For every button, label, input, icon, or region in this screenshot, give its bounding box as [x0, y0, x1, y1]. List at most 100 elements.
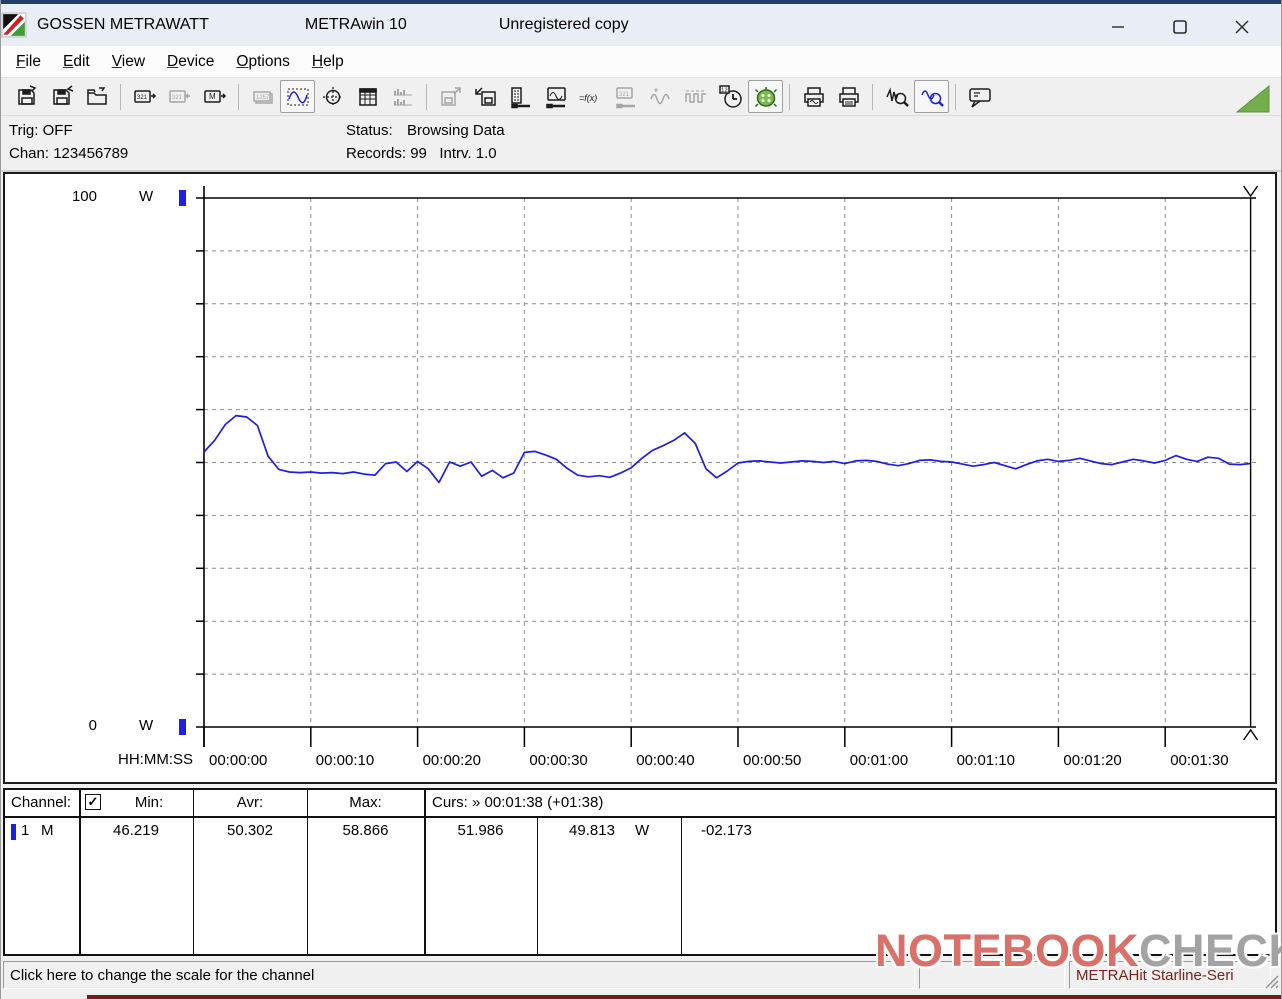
max-column-header: Max:	[307, 794, 424, 811]
read-device-button[interactable]: 321	[127, 80, 162, 113]
statusbar-device-cell: METRAHit Starline-Seri	[1069, 961, 1271, 989]
status-bar: Click here to change the scale for the c…	[1, 958, 1281, 995]
table-header-row: Channel: ✓ Min: Avr: Max: Curs: » 00:01:…	[5, 790, 1275, 818]
channel-config-icon	[509, 85, 533, 109]
formula-button[interactable]: =f(x)	[573, 80, 608, 113]
svg-text:00:00:50: 00:00:50	[743, 752, 801, 769]
record-timer-icon	[754, 85, 778, 109]
cursor-column-header: Curs: » 00:01:38 (+01:38)	[432, 794, 732, 811]
svg-text:1257: 1257	[256, 95, 270, 101]
cursor-unit: W	[635, 822, 665, 839]
acquisition-info-panel: Trig: OFF Chan: 123456789 Status: Browsi…	[1, 116, 1281, 172]
table-view-button[interactable]	[350, 80, 385, 113]
close-button[interactable]	[1211, 8, 1273, 46]
menu-device[interactable]: Device	[156, 49, 225, 75]
zoom-out-button[interactable]	[879, 80, 914, 113]
open-file-button[interactable]	[79, 80, 114, 113]
histogram-view-icon	[391, 85, 415, 109]
min-value: 46.219	[79, 822, 193, 839]
title-bar: GOSSEN METRAWATT METRAwin 10 Unregistere…	[1, 0, 1281, 46]
channel-mode: M	[41, 822, 61, 839]
save-file-button[interactable]	[9, 80, 44, 113]
time-sync-icon: 12	[719, 85, 743, 109]
channel-config-button[interactable]	[503, 80, 538, 113]
write-device-button: 321	[162, 80, 197, 113]
analog-signal-button	[643, 80, 678, 113]
numeric-view-icon: 1257	[251, 85, 275, 109]
channel-number: 1	[21, 822, 35, 839]
menu-file[interactable]: File	[5, 49, 52, 75]
zoom-in-button[interactable]	[914, 80, 949, 113]
menu-options[interactable]: Options	[225, 49, 300, 75]
resize-grip-icon[interactable]	[1265, 975, 1279, 989]
cursor-b-value: 49.813	[537, 822, 647, 839]
write-device-icon: 321	[168, 85, 192, 109]
avr-value: 50.302	[193, 822, 307, 839]
menu-bar: File Edit View Device Options Help	[1, 46, 1281, 78]
license-status: Unregistered copy	[499, 16, 629, 34]
minimize-button[interactable]	[1087, 8, 1149, 46]
channel-visibility-checkbox[interactable]: ✓	[85, 794, 101, 810]
records-info: Records: 99 Intrv. 1.0	[346, 145, 497, 162]
export-file-icon	[439, 85, 463, 109]
cursor-a-value: 51.986	[424, 822, 537, 839]
bottom-edge-bar	[87, 995, 1282, 999]
channel-column-header: Channel:	[11, 794, 77, 811]
trigger-status: Trig: OFF	[9, 122, 73, 139]
svg-text:12: 12	[721, 88, 728, 94]
device-name-text: METRAHit Starline-Seri	[1076, 967, 1234, 984]
chart-view-button[interactable]	[280, 80, 315, 113]
statusbar-empty-cell	[919, 961, 1065, 989]
analog-signal-icon	[649, 85, 673, 109]
channel-color-marker	[11, 824, 16, 840]
chart-panel: 100 W 0 W HH:MM:SS 00:00:0000:00:1000:00…	[3, 172, 1277, 784]
time-sync-button[interactable]: 12	[713, 80, 748, 113]
formula-icon: =f(x)	[578, 85, 604, 109]
statusbar-hint-cell[interactable]: Click here to change the scale for the c…	[3, 961, 915, 989]
print-preview-button[interactable]	[796, 80, 831, 113]
max-value: 58.866	[307, 822, 424, 839]
open-file-icon	[85, 85, 109, 109]
device-monitor-button[interactable]	[538, 80, 573, 113]
menu-edit[interactable]: Edit	[52, 49, 101, 75]
chart-plot-area[interactable]: 00:00:0000:00:1000:00:2000:00:3000:00:40…	[5, 174, 1275, 782]
device-settings-icon: 321	[614, 85, 638, 109]
export-file-button	[433, 80, 468, 113]
app-brand: GOSSEN METRAWATT	[37, 16, 209, 34]
save-as-button[interactable]	[44, 80, 79, 113]
svg-text:00:00:40: 00:00:40	[636, 752, 694, 769]
read-memory-button[interactable]: M	[197, 80, 232, 113]
read-device-icon: 321	[133, 85, 157, 109]
import-file-button[interactable]	[468, 80, 503, 113]
svg-text:321: 321	[172, 95, 183, 101]
cursor-delta-value: -02.173	[701, 822, 791, 839]
zoom-in-icon	[920, 85, 944, 109]
histogram-view-button	[385, 80, 420, 113]
print-preview-icon	[802, 85, 826, 109]
maximize-button[interactable]	[1149, 8, 1211, 46]
svg-text:00:01:20: 00:01:20	[1063, 752, 1121, 769]
svg-text:00:00:30: 00:00:30	[529, 752, 587, 769]
table-view-icon	[356, 85, 380, 109]
status-value: Browsing Data	[407, 122, 505, 139]
print-button[interactable]	[831, 80, 866, 113]
svg-text:M: M	[209, 92, 216, 101]
svg-text:00:00:10: 00:00:10	[316, 752, 374, 769]
hint-icon	[968, 85, 992, 109]
digital-signal-icon	[684, 85, 708, 109]
table-data-row[interactable]: 1 M 46.219 50.302 58.866 51.986 49.813 W…	[5, 818, 1275, 954]
channel-list: Chan: 123456789	[9, 145, 128, 162]
svg-text:321: 321	[619, 92, 630, 98]
app-window: GOSSEN METRAWATT METRAwin 10 Unregistere…	[0, 0, 1282, 999]
scope-view-button[interactable]	[315, 80, 350, 113]
menu-view[interactable]: View	[101, 49, 156, 75]
svg-text:00:01:10: 00:01:10	[957, 752, 1015, 769]
scope-view-icon	[321, 85, 345, 109]
minimize-icon	[1109, 18, 1127, 36]
min-column-header: Min:	[105, 794, 193, 811]
hint-button[interactable]	[962, 80, 997, 113]
svg-text:00:01:30: 00:01:30	[1170, 752, 1228, 769]
record-timer-button[interactable]	[748, 80, 783, 113]
close-icon	[1233, 18, 1251, 36]
menu-help[interactable]: Help	[301, 49, 355, 75]
